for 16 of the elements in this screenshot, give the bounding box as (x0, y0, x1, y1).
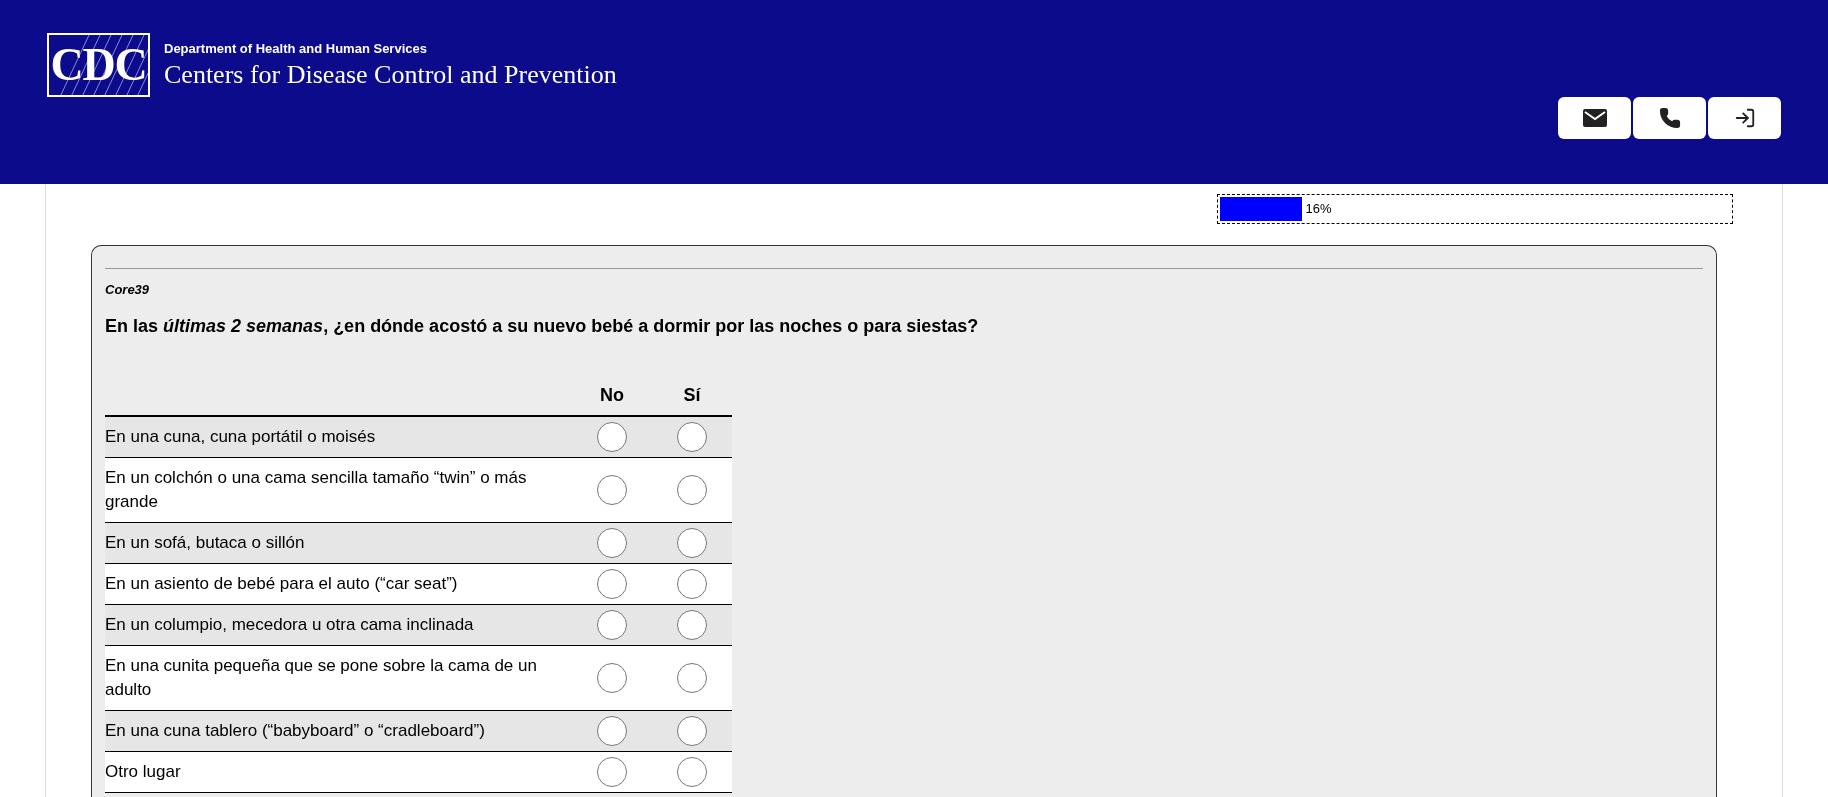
option-label: En una cuna tablero (“babyboard” o “cradleboard”) (105, 720, 485, 740)
option-label: En una cunita pequeña que se pone sobre la cama de un adulto (105, 655, 537, 699)
question-code: Core39 (105, 281, 151, 299)
option-label: En un asiento de bebé para el auto (“car seat”) (105, 573, 458, 593)
option-label: En un columpio, mecedora u otra cama inclinada (105, 614, 474, 634)
option-label: En un colchón o una cama sencilla tamaño “twin” o más grande (105, 467, 527, 511)
option-label: En un sofá, butaca o sillón (105, 532, 305, 552)
progress-percentage: 16% (1305, 200, 1332, 219)
column-header: No (600, 383, 624, 407)
option-label: Otro lugar (105, 761, 181, 781)
column-header: Sí (683, 383, 701, 407)
option-label: En una cuna, cuna portátil o moisés (105, 426, 376, 446)
department-name: Department of Health and Human Services (164, 40, 428, 58)
cdc-logo: CDC (47, 33, 150, 97)
agency-name: Centers for Disease Control and Prevention (164, 58, 617, 91)
question-text: En las últimas 2 semanas, ¿en dónde acostó a su nuevo bebé a dormir por las noches o para siestas? (105, 314, 980, 338)
